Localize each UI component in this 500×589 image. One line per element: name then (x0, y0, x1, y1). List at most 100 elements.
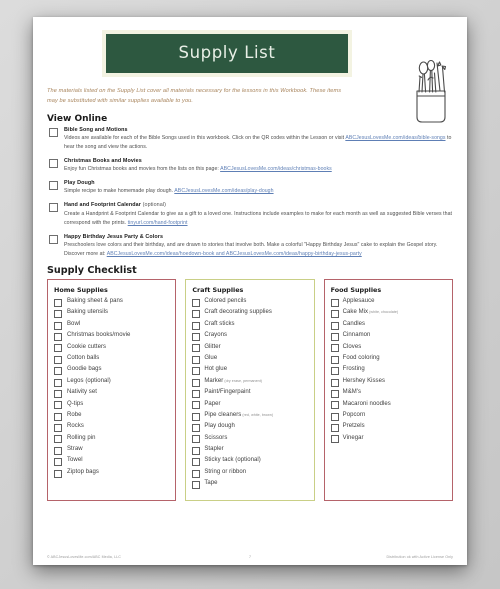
checkbox[interactable] (330, 412, 339, 421)
checkbox[interactable] (192, 424, 201, 433)
view-online-link[interactable]: ABCJesusLovesMe.com/ideas/bible-songs (345, 135, 445, 141)
checklist-item[interactable]: Legos (optional) (54, 378, 170, 387)
checklist-item[interactable]: Applesauce (330, 298, 447, 307)
checkbox[interactable] (330, 298, 339, 307)
checkbox[interactable] (330, 435, 339, 444)
checklist-item[interactable]: Ziptop bags (54, 469, 170, 478)
checkbox[interactable] (192, 401, 201, 410)
checklist-item[interactable]: Stapler (192, 446, 308, 455)
checklist-item[interactable]: Craft sticks (192, 321, 308, 330)
checkbox[interactable] (192, 310, 201, 319)
checkbox[interactable] (192, 481, 201, 490)
checkbox[interactable] (192, 389, 201, 398)
checkbox[interactable] (330, 401, 339, 410)
checklist-item[interactable]: Macaroni noodles (330, 401, 447, 410)
checkbox[interactable] (192, 344, 201, 353)
checkbox[interactable] (192, 332, 201, 341)
checklist-item[interactable]: Glitter (192, 344, 308, 353)
checklist-item[interactable]: Glue (192, 355, 308, 364)
checklist-item[interactable]: Vinegar (330, 435, 447, 444)
checkbox[interactable] (54, 458, 62, 467)
checkbox[interactable] (330, 424, 339, 433)
checkbox[interactable] (330, 389, 339, 398)
checkbox[interactable] (192, 367, 201, 376)
checkbox[interactable] (330, 378, 339, 387)
checklist-item[interactable]: Hershey Kisses (330, 378, 447, 387)
checklist-item[interactable]: Christmas books/movie (54, 332, 170, 341)
checklist-item[interactable]: Q-tips (54, 401, 170, 410)
checklist-item[interactable]: Baking utensils (54, 309, 170, 319)
checklist-item[interactable]: M&M's (330, 389, 447, 398)
checklist-item[interactable]: Straw (54, 446, 170, 455)
checkbox[interactable] (54, 469, 62, 478)
view-online-link[interactable]: ABCJesusLovesMe.com/ideas/hoedown-book a… (107, 251, 362, 257)
checklist-item[interactable]: Popcorn (330, 412, 447, 421)
checklist-item[interactable]: Nativity set (54, 389, 170, 398)
checkbox[interactable] (54, 378, 62, 387)
view-online-link[interactable]: ABCJesusLovesMe.com/ideas/christmas-book… (220, 166, 332, 172)
checkbox[interactable] (192, 321, 201, 330)
checklist-item[interactable]: Frosting (330, 366, 447, 376)
checkbox[interactable] (54, 446, 62, 455)
checklist-item[interactable]: Cake Mix (white, chocolate) (330, 309, 447, 319)
checkbox-christmas-books[interactable] (49, 158, 58, 168)
checklist-item[interactable]: Paint/Fingerpaint (192, 389, 308, 398)
checkbox[interactable] (192, 458, 201, 467)
checklist-item[interactable]: Bowl (54, 321, 170, 330)
checklist-item[interactable]: Craft decorating supplies (192, 309, 308, 319)
checkbox[interactable] (54, 367, 62, 376)
checklist-item[interactable]: Tape (192, 480, 308, 490)
checkbox-happy-birthday-jesus[interactable] (49, 234, 58, 244)
checklist-item[interactable]: Rocks (54, 423, 170, 433)
checkbox[interactable] (192, 378, 201, 387)
checklist-item[interactable]: Towel (54, 457, 170, 467)
checklist-item[interactable]: Cotton balls (54, 355, 170, 364)
checklist-item[interactable]: Pretzels (330, 423, 447, 433)
checkbox-bible-song[interactable] (49, 127, 58, 137)
checkbox[interactable] (54, 355, 62, 364)
checkbox[interactable] (192, 355, 201, 364)
checkbox[interactable] (192, 412, 201, 421)
checklist-item[interactable]: Crayons (192, 332, 308, 341)
checkbox[interactable] (54, 321, 62, 330)
checkbox[interactable] (330, 344, 339, 353)
checkbox[interactable] (54, 424, 62, 433)
checklist-item[interactable]: Scissors (192, 435, 308, 444)
checklist-item[interactable]: Hot glue (192, 366, 308, 376)
checkbox[interactable] (330, 310, 339, 319)
checklist-item[interactable]: Baking sheet & pans (54, 298, 170, 307)
checkbox[interactable] (330, 355, 339, 364)
checkbox[interactable] (330, 332, 339, 341)
checkbox[interactable] (54, 435, 62, 444)
view-online-link[interactable]: tinyurl.com/hand-footprint (128, 220, 188, 226)
checkbox[interactable] (54, 310, 62, 319)
checkbox[interactable] (192, 446, 201, 455)
checkbox-play-dough[interactable] (49, 181, 58, 191)
checklist-item[interactable]: Candles (330, 321, 447, 330)
checklist-item[interactable]: Cinnamon (330, 332, 447, 341)
checkbox[interactable] (54, 298, 62, 307)
checklist-item[interactable]: Rolling pin (54, 435, 170, 444)
checklist-item[interactable]: Marker (dry erase, permanent) (192, 378, 308, 387)
checklist-item[interactable]: Robe (54, 412, 170, 421)
checkbox[interactable] (54, 332, 62, 341)
checklist-item[interactable]: Sticky tack (optional) (192, 457, 308, 467)
checklist-item[interactable]: Pipe cleaners (red, white, brown) (192, 412, 308, 421)
checkbox[interactable] (192, 469, 201, 478)
checklist-item[interactable]: Paper (192, 401, 308, 410)
checkbox[interactable] (54, 344, 62, 353)
checkbox[interactable] (54, 401, 62, 410)
checkbox[interactable] (54, 389, 62, 398)
checkbox[interactable] (192, 298, 201, 307)
checklist-item[interactable]: Play dough (192, 423, 308, 433)
checklist-item[interactable]: Cloves (330, 344, 447, 353)
checklist-item[interactable]: Goodie bags (54, 366, 170, 376)
checkbox-hand-footprint-calendar[interactable] (49, 203, 58, 213)
checklist-item[interactable]: Cookie cutters (54, 344, 170, 353)
checkbox[interactable] (54, 412, 62, 421)
view-online-link[interactable]: ABCJesusLovesMe.com/ideas/play-dough (174, 188, 273, 194)
checkbox[interactable] (330, 321, 339, 330)
checklist-item[interactable]: Colored pencils (192, 298, 308, 307)
checklist-item[interactable]: String or ribbon (192, 469, 308, 478)
checkbox[interactable] (192, 435, 201, 444)
